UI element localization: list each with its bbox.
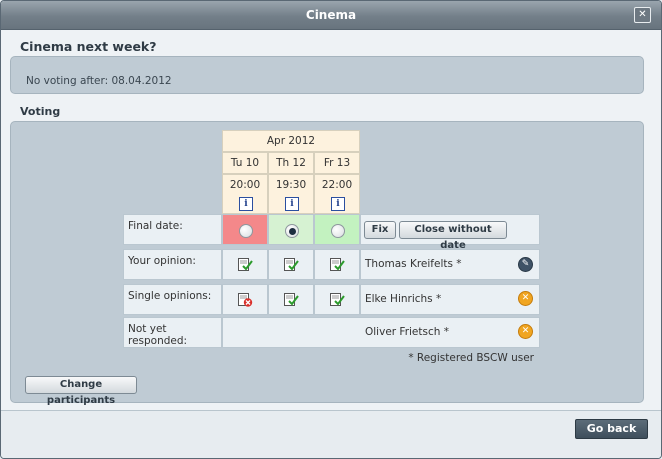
final-date-radio-1[interactable]	[239, 224, 253, 238]
time-cell-3: 22:00 i	[314, 174, 360, 214]
single-opinion-cell-2	[268, 284, 314, 315]
edit-icon[interactable]: ✎	[518, 257, 533, 272]
poll-title: Cinema next week?	[20, 39, 157, 54]
close-without-date-button[interactable]: Close without date	[399, 221, 507, 251]
date-header-2: Th 12	[268, 152, 314, 174]
final-date-label: Final date:	[123, 214, 222, 245]
registered-user-note: * Registered BSCW user	[408, 352, 534, 364]
vote-no-icon	[238, 293, 253, 307]
your-opinion-cell-1[interactable]	[222, 249, 268, 280]
your-opinion-person: Thomas Kreifelts *	[365, 258, 462, 270]
time-label-2: 19:30	[275, 179, 307, 191]
single-opinions-label: Single opinions:	[123, 284, 222, 315]
window-title: Cinema	[305, 8, 357, 22]
vote-yes-icon	[284, 293, 299, 306]
time-label-3: 22:00	[321, 179, 353, 191]
pending-person: Oliver Frietsch *	[365, 326, 449, 338]
vote-yes-icon	[330, 293, 345, 306]
voting-section-label: Voting	[20, 105, 61, 118]
time-label-1: 20:00	[229, 179, 261, 191]
not-yet-responded-label: Not yet responded:	[123, 317, 222, 348]
your-opinion-cell-2[interactable]	[268, 249, 314, 280]
title-bar: Cinema ✕	[1, 1, 661, 30]
info-icon-1[interactable]: i	[239, 197, 253, 211]
final-date-cell-2	[268, 214, 314, 245]
single-opinion-person: Elke Hinrichs *	[365, 293, 442, 305]
time-cell-2: 19:30 i	[268, 174, 314, 214]
remove-participant-icon[interactable]: ✕	[518, 291, 533, 306]
close-icon[interactable]: ✕	[634, 7, 651, 23]
date-header-3: Fr 13	[314, 152, 360, 174]
final-date-radio-3[interactable]	[331, 224, 345, 238]
time-cell-1: 20:00 i	[222, 174, 268, 214]
month-header: Apr 2012	[222, 130, 360, 152]
date-header-1: Tu 10	[222, 152, 268, 174]
footer-bar	[1, 410, 661, 458]
go-back-button[interactable]: Go back	[575, 419, 648, 439]
single-opinion-cell-3	[314, 284, 360, 315]
change-participants-button[interactable]: Change participants	[25, 376, 137, 406]
your-opinion-label: Your opinion:	[123, 249, 222, 280]
final-date-cell-3	[314, 214, 360, 245]
vote-yes-icon	[330, 258, 345, 271]
info-icon-3[interactable]: i	[331, 197, 345, 211]
dialog-window: Cinema ✕ Cinema next week? No voting aft…	[0, 0, 662, 459]
info-icon-2[interactable]: i	[285, 197, 299, 211]
single-opinion-cell-1	[222, 284, 268, 315]
vote-yes-icon	[238, 258, 253, 271]
vote-yes-icon	[284, 258, 299, 271]
remove-participant-icon[interactable]: ✕	[518, 324, 533, 339]
final-date-radio-2[interactable]	[285, 224, 299, 238]
your-opinion-cell-3[interactable]	[314, 249, 360, 280]
deadline-text: No voting after: 08.04.2012	[26, 75, 172, 87]
fix-button[interactable]: Fix	[364, 221, 396, 239]
final-date-cell-1	[222, 214, 268, 245]
